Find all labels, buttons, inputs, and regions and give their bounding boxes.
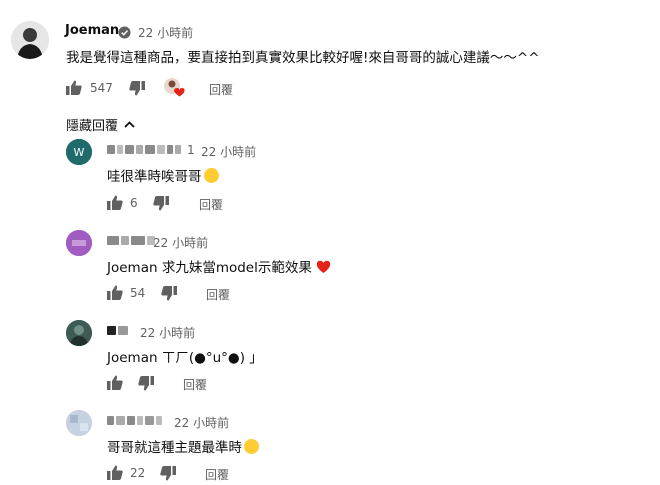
hide-replies-button[interactable]: 隱藏回覆 (66, 115, 135, 134)
reply-button[interactable]: 回覆 (206, 286, 230, 303)
reply-button[interactable]: 回覆 (183, 376, 207, 393)
dislike-icon[interactable] (161, 286, 177, 305)
reply-button[interactable]: 回覆 (199, 196, 223, 213)
like-count: 54 (130, 286, 146, 300)
reply-avatar[interactable]: W (66, 139, 92, 165)
like-icon[interactable] (107, 285, 123, 304)
reply-button[interactable]: 回覆 (205, 466, 229, 483)
smirk-emoji-icon (244, 439, 259, 454)
author-name[interactable]: Joeman (65, 23, 119, 38)
reply-time[interactable]: 22 小時前 (174, 414, 229, 431)
redacted-author-name (107, 324, 128, 336)
like-icon[interactable] (107, 375, 123, 394)
verified-icon (118, 24, 131, 43)
reply-text: Joeman 求九妹當model示範效果 (107, 256, 331, 278)
dislike-icon[interactable] (138, 376, 154, 395)
reply-button[interactable]: 回覆 (209, 81, 233, 98)
like-icon[interactable] (107, 195, 123, 214)
reply-time[interactable]: 22 小時前 (201, 143, 256, 160)
comment-text: 我是覺得這種商品，要直接拍到真實效果比較好喔!來自哥哥的誠心建議～～^^ (66, 50, 540, 66)
like-count: 6 (130, 196, 138, 210)
reply-author-suffix: 1 (187, 143, 195, 157)
hide-replies-label: 隱藏回覆 (66, 119, 119, 134)
reply-text: Joeman ㄒㄏ(●°u°●) 」 (107, 350, 263, 366)
redacted-author-name (107, 143, 181, 155)
reply-avatar[interactable] (66, 320, 92, 346)
reply-time[interactable]: 22 小時前 (140, 324, 195, 341)
reply-avatar[interactable] (66, 230, 92, 256)
like-icon[interactable] (66, 80, 82, 99)
dislike-icon[interactable] (153, 196, 169, 215)
avatar-photo (11, 21, 49, 59)
dislike-icon[interactable] (129, 81, 145, 100)
like-count: 547 (90, 81, 113, 95)
reply-time[interactable]: 22 小時前 (153, 234, 208, 251)
avatar[interactable] (11, 21, 49, 59)
reply-text: 哥哥就這種主題最準時 (107, 436, 259, 456)
grin-emoji-icon (203, 168, 219, 183)
redacted-author-name (107, 414, 162, 426)
reply-avatar[interactable] (66, 410, 92, 436)
redacted-author-name (107, 234, 155, 246)
reply-text: 哇很準時唉哥哥 (107, 165, 219, 185)
red-heart-icon (316, 260, 331, 278)
chevron-up-icon (124, 117, 135, 132)
comment-time[interactable]: 22 小時前 (138, 24, 193, 41)
svg-text:W: W (74, 146, 85, 159)
like-count: 22 (130, 466, 146, 480)
creator-heart-icon (163, 77, 185, 101)
dislike-icon[interactable] (160, 466, 176, 485)
like-icon[interactable] (107, 465, 123, 484)
